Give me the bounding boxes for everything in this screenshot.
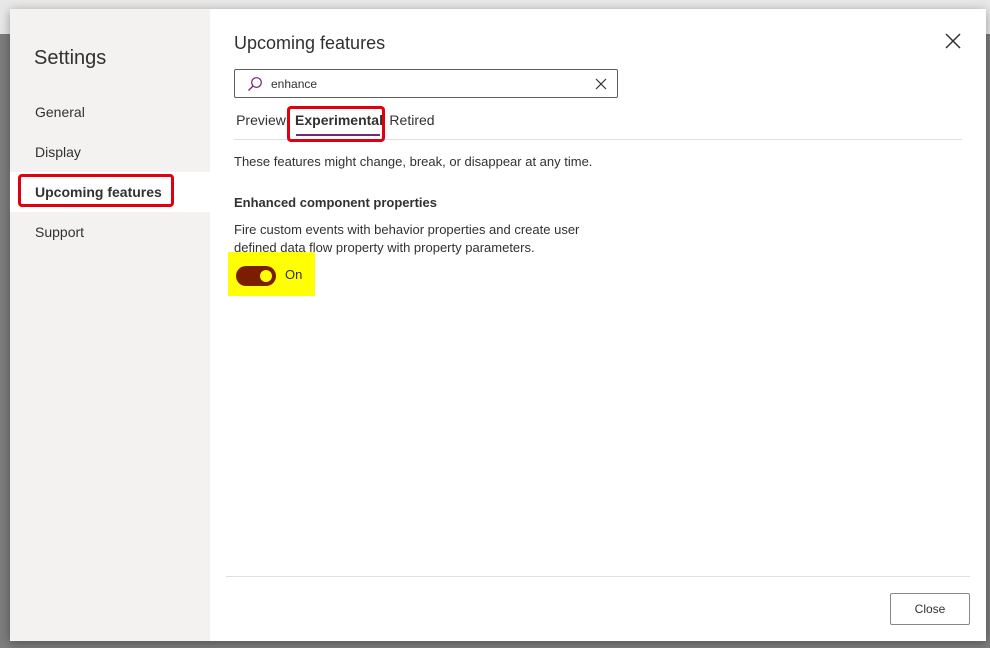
active-tab-indicator <box>296 134 380 136</box>
footer-divider <box>226 576 970 577</box>
sidebar-item-support[interactable]: Support <box>10 212 210 252</box>
page-title: Upcoming features <box>234 33 386 53</box>
search-icon <box>248 77 262 91</box>
close-button[interactable]: Close <box>890 593 970 625</box>
main-panel: Upcoming features Preview Experimental R… <box>210 9 986 641</box>
tab-experimental[interactable]: Experimental <box>294 105 384 137</box>
sidebar-title: Settings <box>34 47 107 69</box>
clear-icon[interactable] <box>595 78 607 90</box>
warning-description: These features might change, break, or d… <box>234 154 593 169</box>
sidebar-item-upcoming-features[interactable]: Upcoming features <box>10 172 210 212</box>
feature-toggle[interactable] <box>236 266 276 286</box>
toggle-label: On <box>285 267 303 282</box>
toggle-knob <box>260 270 272 282</box>
toggle-highlight: On <box>228 252 315 296</box>
tab-retired[interactable]: Retired <box>388 105 436 137</box>
close-icon[interactable] <box>943 31 963 51</box>
sidebar: Settings General Display Upcoming featur… <box>10 9 210 641</box>
sidebar-item-general[interactable]: General <box>10 92 210 132</box>
settings-dialog: Settings General Display Upcoming featur… <box>10 9 986 641</box>
sidebar-item-display[interactable]: Display <box>10 132 210 172</box>
search-box <box>234 69 618 98</box>
tab-bar: Preview Experimental Retired <box>234 105 962 140</box>
tab-preview[interactable]: Preview <box>234 105 288 137</box>
search-input[interactable] <box>271 74 571 93</box>
feature-title: Enhanced component properties <box>234 195 437 210</box>
